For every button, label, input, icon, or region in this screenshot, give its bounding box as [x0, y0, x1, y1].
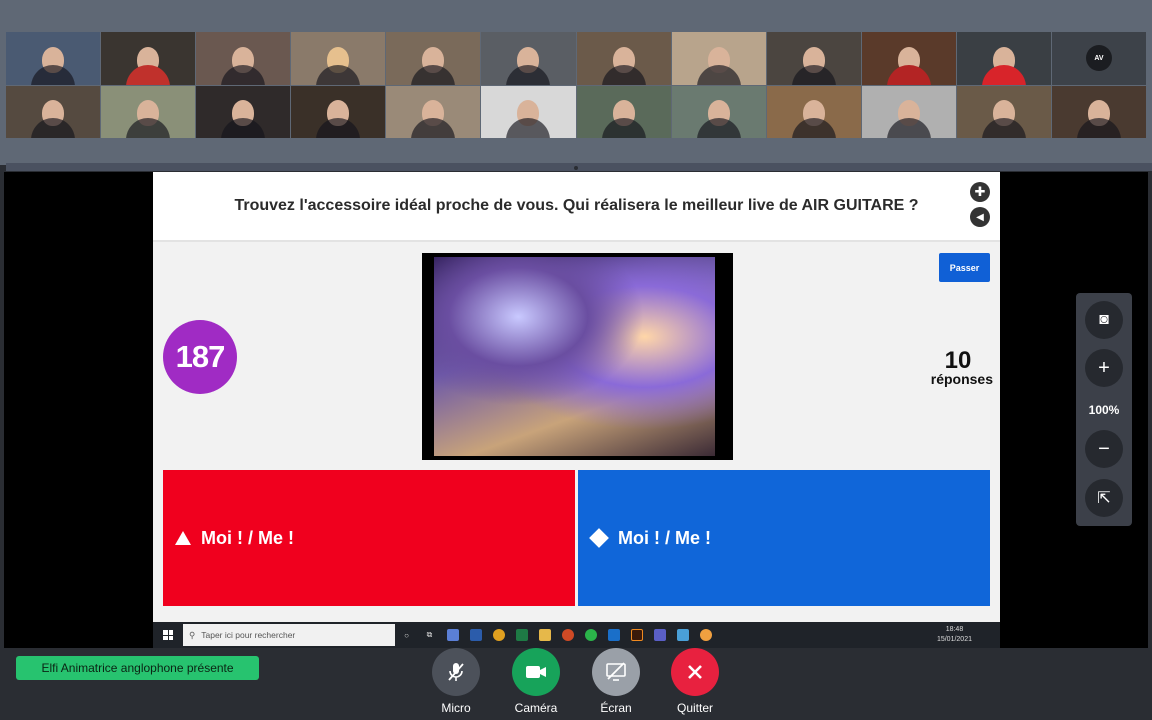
splitter-handle[interactable] — [6, 163, 1152, 171]
expand-icon[interactable]: ✚ — [970, 182, 990, 202]
settings-app-icon[interactable] — [694, 625, 717, 645]
presenter-badge: Elfi Animatrice anglophone présente — [16, 656, 259, 680]
screen-share-button[interactable]: Écran — [581, 648, 651, 715]
quiz-slide: Trouvez l'accessoire idéal proche de vou… — [153, 172, 1000, 622]
app-icon[interactable] — [441, 625, 464, 645]
answer-option-1-label: Moi ! / Me ! — [201, 527, 294, 548]
participant-tile[interactable] — [576, 32, 671, 85]
avatar: AV — [1085, 45, 1112, 72]
zoom-level: 100% — [1088, 403, 1120, 417]
answer-option-2-label: Moi ! / Me ! — [618, 527, 711, 548]
search-icon: ⚲ — [189, 629, 196, 640]
camera-snapshot-icon[interactable]: ◙ — [1085, 301, 1123, 339]
triangle-icon — [175, 531, 191, 545]
zoom-panel: ◙ + 100% − ⇱ — [1076, 293, 1132, 526]
participants-strip: AV — [0, 0, 1152, 165]
question-image — [422, 253, 733, 460]
whatsapp-icon[interactable] — [579, 625, 602, 645]
participant-tile[interactable] — [386, 85, 481, 138]
powerpoint-icon[interactable] — [556, 625, 579, 645]
participant-tile[interactable] — [861, 32, 956, 85]
participant-tile[interactable] — [291, 32, 386, 85]
participant-tile[interactable] — [481, 32, 576, 85]
folder-icon[interactable] — [533, 625, 556, 645]
answers-label: réponses — [930, 371, 993, 387]
taskbar-search-placeholder: Taper ici pour rechercher — [201, 630, 296, 640]
skip-button[interactable]: Passer — [939, 253, 990, 282]
camera-button[interactable]: Caméra — [501, 648, 571, 715]
zoom-in-button[interactable]: + — [1085, 349, 1123, 387]
question-text: Trouvez l'accessoire idéal proche de vou… — [234, 197, 919, 214]
taskbar-clock[interactable]: 18:48 15/01/2021 — [937, 625, 972, 645]
taskbar-search[interactable]: ⚲ Taper ici pour rechercher — [183, 624, 395, 646]
answer-option-2[interactable]: Moi ! / Me ! — [578, 470, 990, 606]
question-bar: Trouvez l'accessoire idéal proche de vou… — [153, 172, 1000, 242]
screen-share-off-icon — [592, 648, 640, 696]
participant-tile[interactable] — [861, 85, 956, 138]
participant-tile[interactable] — [576, 85, 671, 138]
taskbar-date: 15/01/2021 — [936, 636, 972, 643]
teams-icon[interactable] — [648, 625, 671, 645]
photos-icon[interactable] — [671, 625, 694, 645]
camera-label: Caméra — [514, 701, 558, 715]
micro-label: Micro — [441, 701, 471, 715]
participant-tile[interactable]: AV — [1051, 32, 1146, 85]
microphone-off-icon — [432, 648, 480, 696]
quit-label: Quitter — [676, 701, 713, 715]
participant-tile[interactable] — [766, 32, 861, 85]
participant-tile[interactable] — [6, 32, 101, 85]
cortana-icon[interactable]: ○ — [395, 625, 418, 645]
taskbar-time: 18:48 — [945, 626, 964, 633]
participant-tile[interactable] — [386, 32, 481, 85]
screen-label: Écran — [600, 701, 632, 715]
quit-button[interactable]: Quitter — [660, 648, 730, 715]
countdown-timer: 187 — [163, 320, 237, 394]
task-view-icon[interactable]: ⧉ — [418, 625, 441, 645]
chrome-icon[interactable] — [487, 625, 510, 645]
participant-grid: AV — [6, 32, 1146, 138]
illustrator-icon[interactable] — [625, 625, 648, 645]
meeting-toolbar: Elfi Animatrice anglophone présente Micr… — [0, 648, 1152, 720]
open-external-icon[interactable]: ⇱ — [1085, 479, 1123, 517]
participant-tile[interactable] — [196, 85, 291, 138]
volume-icon[interactable]: ◀ — [970, 207, 990, 227]
windows-start-icon[interactable] — [153, 630, 183, 640]
video-camera-icon — [512, 648, 560, 696]
participant-tile[interactable] — [956, 32, 1051, 85]
participant-tile[interactable] — [101, 32, 196, 85]
close-icon — [671, 648, 719, 696]
outlook-icon[interactable] — [602, 625, 625, 645]
answers-counter: 10 réponses — [903, 347, 993, 387]
participant-tile[interactable] — [671, 32, 766, 85]
splitter-grip — [574, 166, 578, 170]
participant-tile[interactable] — [956, 85, 1051, 138]
participant-tile[interactable] — [671, 85, 766, 138]
micro-button[interactable]: Micro — [421, 648, 491, 715]
participant-tile[interactable] — [196, 32, 291, 85]
participant-tile[interactable] — [101, 85, 196, 138]
windows-taskbar: ⚲ Taper ici pour rechercher ○ ⧉ 18:48 15… — [153, 622, 1000, 648]
word-icon[interactable] — [464, 625, 487, 645]
participant-tile[interactable] — [1051, 85, 1146, 138]
diamond-icon — [589, 528, 609, 548]
participant-tile[interactable] — [291, 85, 386, 138]
answer-option-1[interactable]: Moi ! / Me ! — [163, 470, 575, 606]
excel-icon[interactable] — [510, 625, 533, 645]
participant-tile[interactable] — [481, 85, 576, 138]
participant-tile[interactable] — [6, 85, 101, 138]
participant-tile[interactable] — [766, 85, 861, 138]
zoom-out-button[interactable]: − — [1085, 430, 1123, 468]
